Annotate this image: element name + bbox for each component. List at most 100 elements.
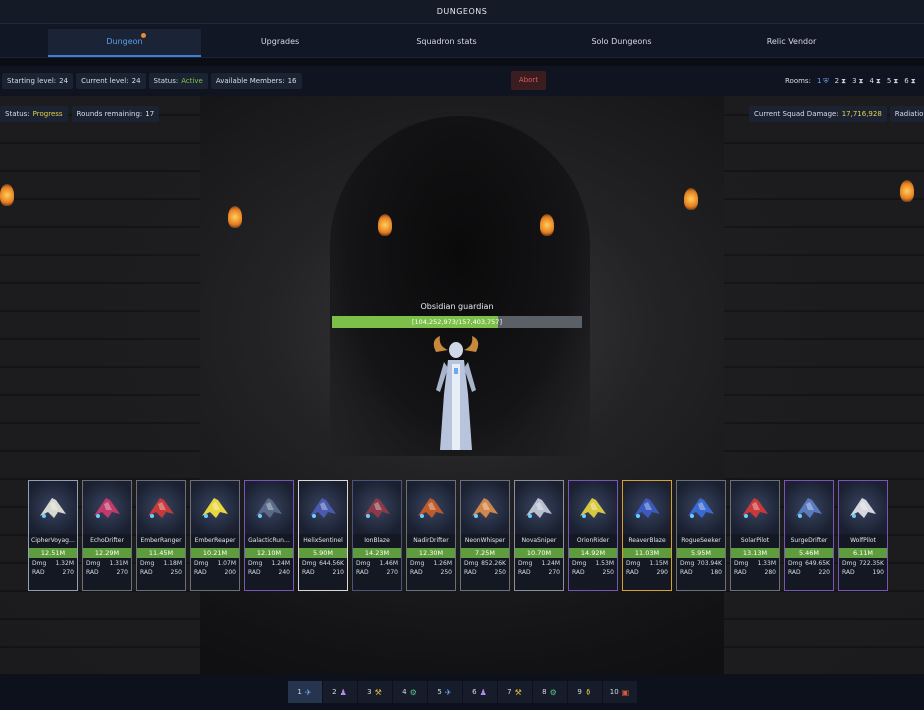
members-label: Available Members:	[215, 77, 285, 85]
rad-label: RAD	[32, 569, 45, 576]
dmg-value: 649.65K	[805, 560, 830, 567]
ship-card[interactable]: GalacticRun… 12.10M Dmg 1.24M RAD 240	[244, 480, 294, 591]
tab-squadron-stats[interactable]: Squadron stats	[359, 29, 534, 57]
members-chip: Available Members: 16	[210, 73, 302, 89]
rad-label: RAD	[194, 569, 207, 576]
tab-solo-dungeons[interactable]: Solo Dungeons	[534, 29, 709, 57]
ship-card[interactable]: HelixSentinel 5.90M Dmg 644.56K RAD 210	[298, 480, 348, 591]
ship-total-damage: 12.10M	[245, 548, 293, 558]
ship-icon	[418, 497, 444, 518]
page-number: 2	[332, 688, 337, 696]
hourglass-icon: ⧗	[841, 76, 847, 85]
ship-card[interactable]: EmberReaper 10.21M Dmg 1.07M RAD 200	[190, 480, 240, 591]
ship-card[interactable]: NovaSniper 10.70M Dmg 1.24M RAD 270	[514, 480, 564, 591]
dmg-value: 1.15M	[649, 560, 668, 567]
rad-value: 210	[332, 569, 344, 576]
rad-label: RAD	[356, 569, 369, 576]
page-number: 4	[402, 688, 407, 696]
boss-name: Obsidian guardian	[420, 302, 494, 311]
ship-icon	[364, 497, 390, 518]
ship-dmg-row: Dmg 649.65K	[785, 558, 833, 567]
ship-card[interactable]: EmberRanger 11.45M Dmg 1.18M RAD 250	[136, 480, 186, 591]
ship-dmg-row: Dmg 852.26K	[461, 558, 509, 567]
ship-rad-row: RAD 270	[353, 567, 401, 576]
tab-dungeon[interactable]: Dungeon	[48, 29, 201, 57]
dmg-value: 1.07M	[217, 560, 236, 567]
page-number: 6	[472, 688, 477, 696]
squad-damage-label: Current Squad Damage:	[754, 110, 839, 118]
hammer-icon: ⚒	[514, 687, 522, 697]
ship-rad-row: RAD 200	[191, 567, 239, 576]
tab-relic-vendor[interactable]: Relic Vendor	[709, 29, 874, 57]
ship-name: GalacticRun…	[248, 537, 290, 544]
radiation-chip: Radiatio	[889, 106, 924, 122]
room-6[interactable]: 6 ⧗	[904, 77, 915, 86]
tab-upgrades[interactable]: Upgrades	[201, 29, 359, 57]
room-1[interactable]: 1 ⛨	[817, 77, 829, 86]
torch-icon	[378, 214, 392, 236]
page-4-button[interactable]: 4 ⚙	[392, 681, 427, 703]
room-2[interactable]: 2 ⧗	[835, 77, 846, 86]
battle-status-bar: Status: Progress Rounds remaining: 17	[0, 106, 163, 122]
ship-icon	[310, 497, 336, 518]
ship-total-damage: 11.45M	[137, 548, 185, 558]
page-7-button[interactable]: 7 ⚒	[497, 681, 532, 703]
dmg-label: Dmg	[302, 560, 317, 567]
ship-name: EmberReaper	[194, 537, 236, 544]
ship-card[interactable]: WolfPilot 6.11M Dmg 722.35K RAD 190	[838, 480, 888, 591]
ship-card[interactable]: NeonWhisper 7.25M Dmg 852.26K RAD 250	[460, 480, 510, 591]
hourglass-icon: ⧗	[893, 76, 899, 85]
dmg-label: Dmg	[194, 560, 209, 567]
page-2-button[interactable]: 2 ♟	[322, 681, 357, 703]
ship-card[interactable]: ReaverBlaze 11.03M Dmg 1.15M RAD 290	[622, 480, 672, 591]
members-value: 16	[287, 77, 297, 85]
dmg-value: 644.56K	[319, 560, 344, 567]
rad-label: RAD	[680, 569, 693, 576]
page-number: 8	[542, 688, 547, 696]
abort-button[interactable]: Abort	[511, 71, 546, 90]
ship-icon	[796, 497, 822, 518]
rad-value: 270	[116, 569, 128, 576]
dmg-value: 1.26M	[433, 560, 452, 567]
room-3[interactable]: 3 ⧗	[852, 77, 863, 86]
ship-card[interactable]: NadirDrifter 12.30M Dmg 1.26M RAD 250	[406, 480, 456, 591]
ship-card[interactable]: EchoDrifter 12.29M Dmg 1.31M RAD 270	[82, 480, 132, 591]
shield-icon: ⛨	[823, 76, 829, 85]
ship-card[interactable]: RogueSeeker 5.95M Dmg 703.94K RAD 180	[676, 480, 726, 591]
rad-value: 270	[386, 569, 398, 576]
ship-card[interactable]: SurgeDrifter 5.46M Dmg 649.65K RAD 220	[784, 480, 834, 591]
ship-icon	[850, 497, 876, 518]
dmg-label: Dmg	[32, 560, 47, 567]
battle-status-value: Progress	[32, 110, 63, 118]
room-4[interactable]: 4 ⧗	[869, 77, 880, 86]
ship-name: ReaverBlaze	[628, 537, 666, 544]
boss-figure	[433, 336, 479, 450]
ship-dmg-row: Dmg 1.53M	[569, 558, 617, 567]
ship-name: CipherVoyag…	[31, 537, 75, 544]
page-10-button[interactable]: 10 ▣	[602, 681, 637, 703]
ship-card[interactable]: OrionRider 14.92M Dmg 1.53M RAD 250	[568, 480, 618, 591]
chest-icon: ▣	[621, 687, 630, 697]
ship-icon	[202, 497, 228, 518]
page-1-button[interactable]: 1 ✈	[287, 681, 322, 703]
squadron-roster: CipherVoyag… 12.51M Dmg 1.32M RAD 270 EchoDrif…	[28, 480, 892, 591]
ship-name: RogueSeeker	[681, 537, 721, 544]
ship-card[interactable]: CipherVoyag… 12.51M Dmg 1.32M RAD 270	[28, 480, 78, 591]
ship-card[interactable]: SolarPilot 13.13M Dmg 1.33M RAD 280	[730, 480, 780, 591]
page-6-button[interactable]: 6 ♟	[462, 681, 497, 703]
dmg-value: 1.33M	[757, 560, 776, 567]
page-9-button[interactable]: 9 ⚱	[567, 681, 602, 703]
ship-portrait	[785, 481, 833, 534]
page-8-button[interactable]: 8 ⚙	[532, 681, 567, 703]
dmg-value: 722.35K	[859, 560, 884, 567]
room-5[interactable]: 5 ⧗	[887, 77, 898, 86]
squadron-pager: 1 ✈ 2 ♟ 3 ⚒ 4 ⚙ 5 ✈ 6 ♟ 7 ⚒ 8 ⚙ 9 ⚱ 10 ▣	[0, 674, 924, 710]
ship-rad-row: RAD 280	[731, 567, 779, 576]
ship-total-damage: 12.30M	[407, 548, 455, 558]
page-3-button[interactable]: 3 ⚒	[357, 681, 392, 703]
room-number: 5	[886, 77, 892, 85]
rad-label: RAD	[86, 569, 99, 576]
ship-card[interactable]: IonBlaze 14.23M Dmg 1.46M RAD 270	[352, 480, 402, 591]
page-5-button[interactable]: 5 ✈	[427, 681, 462, 703]
ship-total-damage: 14.92M	[569, 548, 617, 558]
